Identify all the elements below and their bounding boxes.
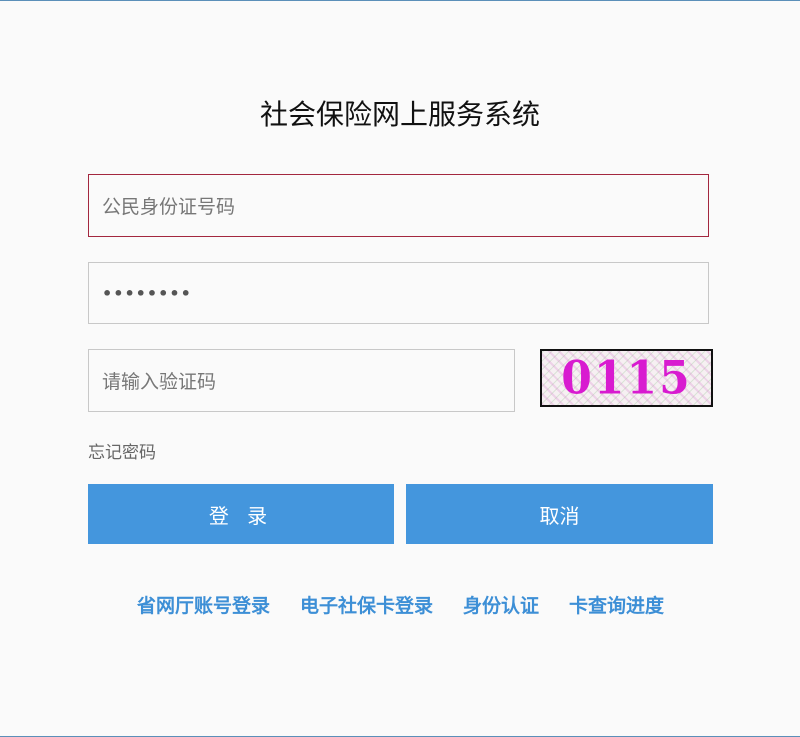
captcha-placeholder: 请输入验证码 — [102, 371, 217, 393]
page-title: 社会保险网上服务系统 — [259, 98, 540, 131]
id-number-placeholder: 公民身份证号码 — [102, 196, 236, 218]
id-number-input[interactable]: 公民身份证号码 — [88, 174, 709, 237]
forgot-password-link[interactable]: 忘记密码 — [88, 438, 156, 463]
alt-login-links: 省网厅账号登录 电子社保卡登录 身份认证 卡查询进度 — [88, 591, 713, 618]
captcha-input[interactable]: 请输入验证码 — [88, 349, 515, 412]
captcha-image[interactable]: 0115 — [540, 349, 713, 407]
identity-verification-link[interactable]: 身份认证 — [463, 591, 539, 618]
cancel-button[interactable]: 取消 — [406, 484, 713, 544]
province-account-login-link[interactable]: 省网厅账号登录 — [137, 591, 270, 618]
e-social-card-login-link[interactable]: 电子社保卡登录 — [300, 591, 433, 618]
login-button[interactable]: 登 录 — [88, 484, 394, 544]
captcha-image-text: 0115 — [561, 351, 692, 405]
password-value: •••••••• — [102, 283, 192, 303]
card-progress-query-link[interactable]: 卡查询进度 — [569, 591, 664, 618]
password-input[interactable]: •••••••• — [88, 262, 709, 324]
